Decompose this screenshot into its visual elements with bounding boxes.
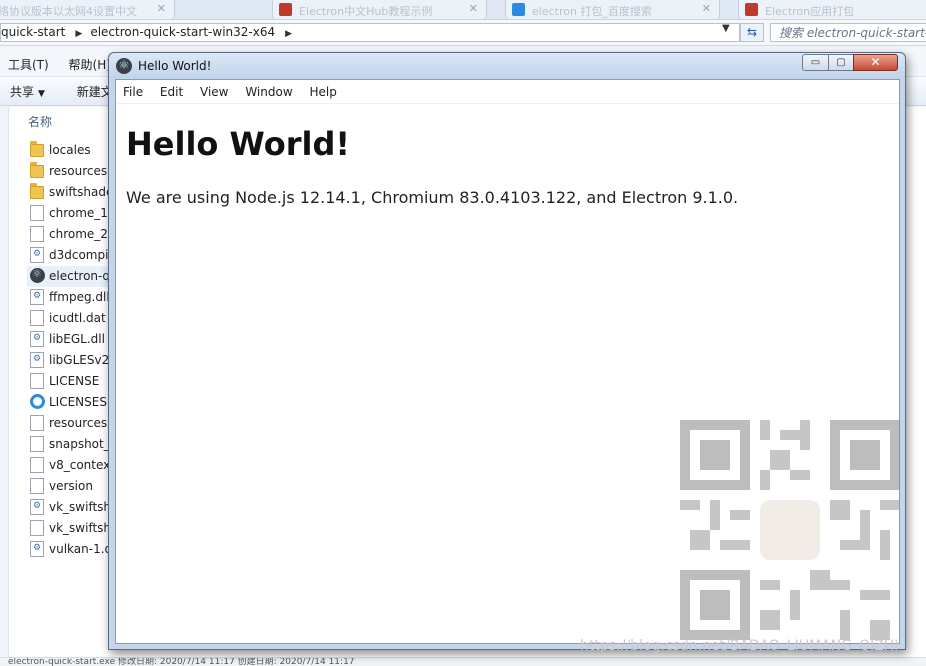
document-icon (30, 226, 44, 242)
menu-view[interactable]: View (200, 85, 228, 99)
status-bar: electron-quick-start.exe 修改日期: 2020/7/14… (0, 657, 926, 666)
refresh-button[interactable]: ⇆ (740, 23, 764, 42)
minimize-icon: ▭ (810, 57, 821, 68)
document-icon (30, 478, 44, 494)
menu-window[interactable]: Window (245, 85, 292, 99)
web-page-icon (30, 394, 45, 409)
version-info-text: We are using Node.js 12.14.1, Chromium 8… (126, 188, 739, 207)
document-icon (30, 373, 44, 389)
search-input[interactable] (779, 26, 926, 40)
window-title: Hello World! (138, 59, 212, 73)
dll-file-icon (30, 499, 44, 515)
maximize-button[interactable]: ▢ (828, 54, 854, 71)
electron-app-icon (30, 267, 45, 283)
dll-file-icon (30, 289, 44, 305)
document-icon (30, 457, 44, 473)
file-name: version (49, 479, 93, 493)
menu-help[interactable]: Help (309, 85, 336, 99)
navigation-pane[interactable] (0, 107, 9, 657)
refresh-icon: ⇆ (746, 25, 758, 39)
tab-label: Electron中文Hub教程示例 (299, 5, 433, 18)
menu-file[interactable]: File (123, 85, 143, 99)
folder-icon (30, 183, 44, 199)
column-header-name[interactable]: 名称 (28, 113, 52, 130)
tab-close-icon[interactable]: ✕ (469, 2, 478, 15)
watermark-url: https://blog.csdn.net/BADAO_LIUMANG_QIZH… (580, 638, 899, 654)
document-icon (30, 310, 44, 326)
chevron-right-icon[interactable]: ▶ (285, 29, 292, 39)
browser-tab[interactable]: Electron应用打包 (738, 0, 926, 19)
minimize-button[interactable]: ▭ (802, 54, 829, 71)
close-button[interactable]: ✕ (853, 54, 898, 71)
file-name: LICENSE (49, 374, 100, 388)
dll-file-icon (30, 331, 44, 347)
browser-tab[interactable]: electron 打包_百度搜索 ✕ (505, 0, 720, 19)
document-icon (30, 436, 44, 452)
tab-favicon-icon (279, 3, 292, 16)
document-icon (30, 520, 44, 536)
chevron-down-icon: ▼ (38, 89, 45, 99)
tab-label: electron 打包_百度搜索 (532, 5, 652, 18)
dll-file-icon (30, 247, 44, 263)
close-icon: ✕ (870, 55, 881, 69)
document-icon (30, 415, 44, 431)
tab-label: Electron应用打包 (765, 5, 855, 18)
menu-help[interactable]: 帮助(H) (69, 58, 111, 72)
breadcrumb-item[interactable]: electron-quick-start-win32-x64 (90, 25, 275, 39)
file-name: resources (49, 164, 108, 178)
address-bar: quick-start ▶ electron-quick-start-win32-x… (0, 20, 926, 46)
menu-edit[interactable]: Edit (160, 85, 183, 99)
file-name: icudtl.dat (49, 311, 106, 325)
tab-label: 网络协议版本以太网4设置中文 (0, 5, 137, 18)
file-name: locales (49, 143, 91, 157)
tab-favicon-icon (745, 3, 758, 16)
breadcrumb[interactable]: quick-start ▶ electron-quick-start-win32-x… (0, 23, 740, 42)
file-name: libEGL.dll (49, 332, 105, 346)
breadcrumb-item[interactable]: quick-start (1, 25, 65, 39)
tab-close-icon[interactable]: ✕ (702, 2, 711, 15)
electron-logo-icon: ⚛ (116, 58, 132, 74)
tab-favicon-icon (512, 3, 525, 16)
chevron-right-icon[interactable]: ▶ (75, 29, 82, 39)
file-name: ffmpeg.dll (49, 290, 110, 304)
page-heading: Hello World! (126, 125, 350, 163)
menu-tools[interactable]: 工具(T) (8, 58, 49, 72)
browser-tab[interactable]: 网络协议版本以太网4设置中文 ✕ (0, 0, 175, 19)
folder-icon (30, 141, 44, 157)
folder-icon (30, 162, 44, 178)
share-label: 共享 (10, 85, 35, 99)
tab-close-icon[interactable]: ✕ (157, 2, 166, 15)
browser-tab[interactable]: Electron中文Hub教程示例 ✕ (272, 0, 487, 19)
maximize-icon: ▢ (836, 57, 846, 68)
chevron-down-icon[interactable]: ▼ (722, 23, 730, 34)
dll-file-icon (30, 352, 44, 368)
search-field[interactable] (770, 23, 926, 42)
document-icon (30, 205, 44, 221)
window-titlebar[interactable]: ⚛ Hello World! ▭ ▢ ✕ (109, 53, 905, 78)
app-menubar: File Edit View Window Help (116, 80, 899, 104)
share-button[interactable]: 共享 ▼ (10, 83, 45, 100)
dll-file-icon (30, 541, 44, 557)
qr-code-watermark (680, 420, 900, 640)
browser-tab-strip: 网络协议版本以太网4设置中文 ✕ Electron中文Hub教程示例 ✕ ele… (0, 0, 926, 20)
